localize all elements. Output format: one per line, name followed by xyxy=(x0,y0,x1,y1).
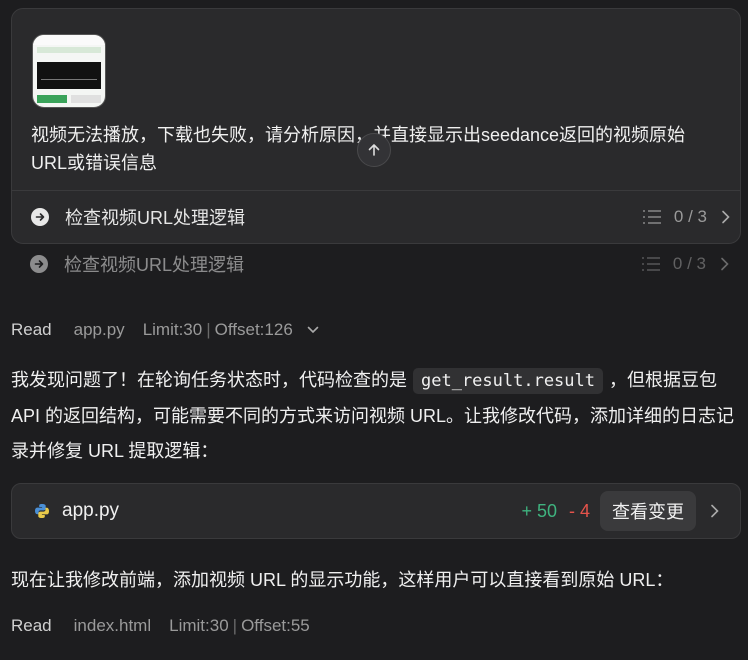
read-separator: | xyxy=(232,616,238,635)
read-index-html[interactable]: Read index.html Limit:30 | Offset:55 xyxy=(11,616,310,636)
task-count: 0 / 3 xyxy=(673,207,707,226)
task-count: 0 / 3 xyxy=(672,254,706,273)
chevron-right-icon[interactable] xyxy=(720,257,730,271)
file-change-card[interactable]: app.py + 50 - 4 查看变更 xyxy=(11,483,741,539)
chevron-right-icon[interactable] xyxy=(710,504,720,518)
card-divider xyxy=(12,190,740,191)
read-separator: | xyxy=(206,320,211,339)
assistant-paragraph-2: 现在让我修改前端，添加视频 URL 的显示功能，这样用户可以直接看到原始 URL… xyxy=(11,570,674,590)
task-label: 检查视频URL处理逻辑 xyxy=(64,255,245,275)
para-text: 我发现问题了！在轮询任务状态时，代码检查的是 xyxy=(11,370,407,390)
task-row[interactable]: 检查视频URL处理逻辑 0 / 3 xyxy=(31,202,731,232)
read-offset: Offset:126 xyxy=(214,320,293,339)
scroll-up-button[interactable] xyxy=(357,133,391,167)
file-name: app.py xyxy=(62,500,120,521)
read-limit: Limit:30 xyxy=(142,320,203,339)
read-file: app.py xyxy=(73,320,125,339)
list-icon xyxy=(642,210,661,224)
task-label: 检查视频URL处理逻辑 xyxy=(65,208,246,228)
python-icon xyxy=(35,504,49,518)
chevron-right-icon[interactable] xyxy=(721,210,731,224)
read-file: index.html xyxy=(73,616,152,635)
arrow-right-icon xyxy=(30,255,48,273)
task-row-faded[interactable]: 检查视频URL处理逻辑 0 / 3 xyxy=(30,249,730,279)
prompt-card: 视频无法播放，下载也失败，请分析原因，并直接显示出seedance返回的视频原始… xyxy=(11,8,741,244)
read-app-py[interactable]: Read app.py Limit:30 | Offset:126 xyxy=(11,320,319,340)
view-changes-button[interactable]: 查看变更 xyxy=(600,491,696,531)
arrow-up-icon xyxy=(368,144,380,156)
lines-added: + 50 xyxy=(521,500,557,521)
inline-code: get_result.result xyxy=(413,368,603,394)
arrow-right-icon xyxy=(31,208,49,226)
lines-removed: - 4 xyxy=(568,500,590,521)
assistant-paragraph-1: 我发现问题了！在轮询任务状态时，代码检查的是 get_result.result，… xyxy=(11,363,736,469)
read-verb: Read xyxy=(11,320,52,339)
chevron-down-icon[interactable] xyxy=(307,326,319,334)
read-verb: Read xyxy=(11,616,52,635)
read-offset: Offset:55 xyxy=(241,616,310,635)
read-limit: Limit:30 xyxy=(169,616,229,635)
list-icon xyxy=(641,257,660,271)
attachment-thumbnail[interactable] xyxy=(32,34,106,108)
